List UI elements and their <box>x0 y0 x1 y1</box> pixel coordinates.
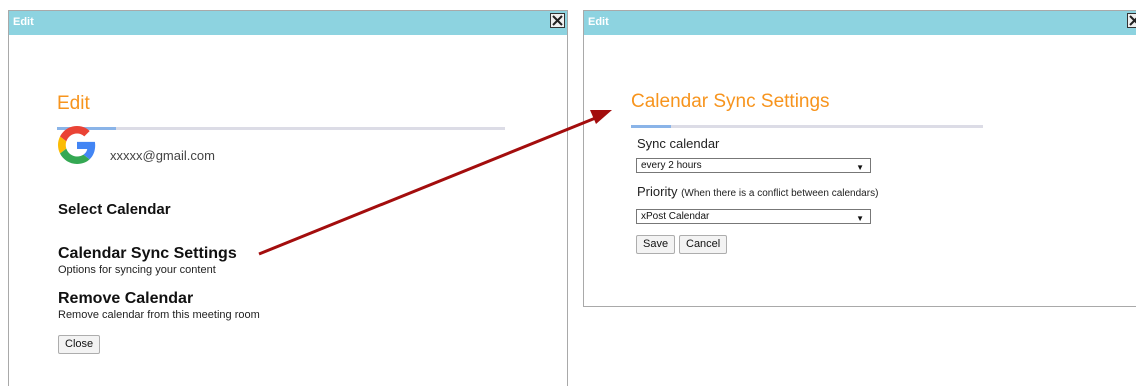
annotation-arrow <box>258 110 612 256</box>
